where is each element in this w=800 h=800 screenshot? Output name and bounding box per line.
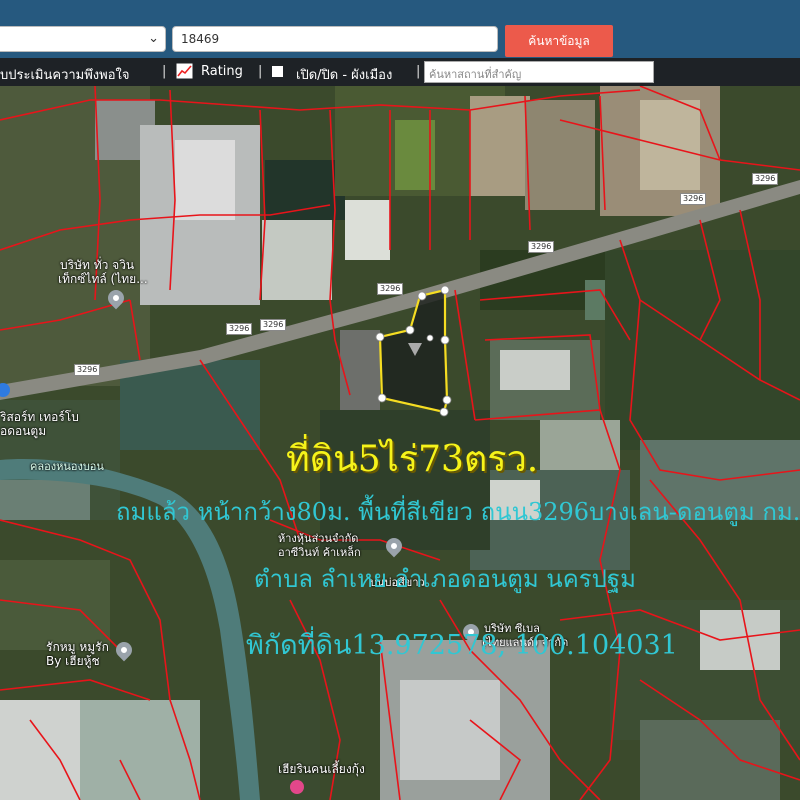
parcel-id-input[interactable]: 18469	[172, 26, 498, 52]
road-shield: 3296	[377, 283, 404, 295]
rating-chart-icon	[176, 63, 193, 83]
survey-link[interactable]: บประเมินความพึงพอใจ	[0, 64, 130, 85]
road-shield: 3296	[752, 173, 779, 185]
road-shield: 3296	[528, 241, 555, 253]
zoning-toggle-checkbox[interactable]	[272, 66, 283, 77]
listing-coordinates: พิกัดที่ดิน13.972578, 100.104031	[246, 630, 678, 661]
separator: |	[258, 64, 263, 79]
rating-link[interactable]: Rating	[201, 64, 243, 79]
vertex-handle[interactable]	[426, 334, 434, 342]
satellite-map[interactable]	[0, 0, 800, 800]
place-label: By เฮียหู้ช	[46, 654, 100, 668]
zoning-toggle-label: เปิด/ปิด - ผังเมือง	[296, 68, 393, 83]
vertex-handle[interactable]	[377, 393, 387, 403]
listing-title: ที่ดิน5ไร่73ตรว.	[286, 439, 539, 480]
separator: |	[162, 64, 167, 79]
vertex-handle[interactable]	[442, 395, 452, 405]
place-label: เฮียรินคนเลี้ยงกุ้ง	[278, 762, 365, 776]
restaurant-pin-icon[interactable]	[290, 780, 304, 794]
place-label: บริษัท ทั่ว จวิน	[60, 258, 135, 272]
vertex-handle[interactable]	[375, 332, 385, 342]
chevron-down-icon: ⌄	[148, 31, 159, 46]
road-shield: 3296	[260, 319, 287, 331]
road-shield: 3296	[226, 323, 253, 335]
province-select[interactable]: ⌄	[0, 26, 166, 52]
place-label: เท็กซ์ไทล์ (ไทย...	[58, 272, 148, 286]
vertex-handle[interactable]	[440, 335, 450, 345]
vertex-handle[interactable]	[440, 285, 450, 295]
road-shield: 3296	[74, 364, 101, 376]
vertex-handle[interactable]	[439, 407, 449, 417]
place-search-input[interactable]: ค้นหาสถานที่สำคัญ	[424, 61, 654, 83]
place-label: อดอนตูม	[0, 424, 47, 438]
place-label: อาซีวินท์ ค้าเหล็ก	[278, 546, 361, 559]
road-shield: 3296	[680, 193, 707, 205]
place-label: ริสอร์ท เทอร์โบ	[0, 410, 79, 424]
search-button[interactable]: ค้นหาข้อมูล	[505, 25, 613, 57]
listing-location: ตำบล ลำเหย อำเภอดอนตูม นครปฐม	[254, 565, 636, 593]
toolbar: บประเมินความพึงพอใจ | Rating | เปิด/ปิด …	[0, 58, 800, 86]
vertex-handle[interactable]	[417, 291, 427, 301]
place-label: รักหมู หมูรัก	[46, 640, 109, 654]
separator: |	[416, 64, 421, 79]
place-label: ห้างหุ้นส่วนจำกัด	[278, 532, 359, 545]
top-bar: ⌄ 18469 ค้นหาข้อมูล	[0, 0, 800, 58]
canal-label: คลองหนองบอน	[30, 460, 104, 473]
listing-details: ถมแล้ว หน้ากว้าง80ม. พื้นที่สีเขียว ถนน3…	[116, 498, 800, 526]
vertex-handle[interactable]	[405, 325, 415, 335]
